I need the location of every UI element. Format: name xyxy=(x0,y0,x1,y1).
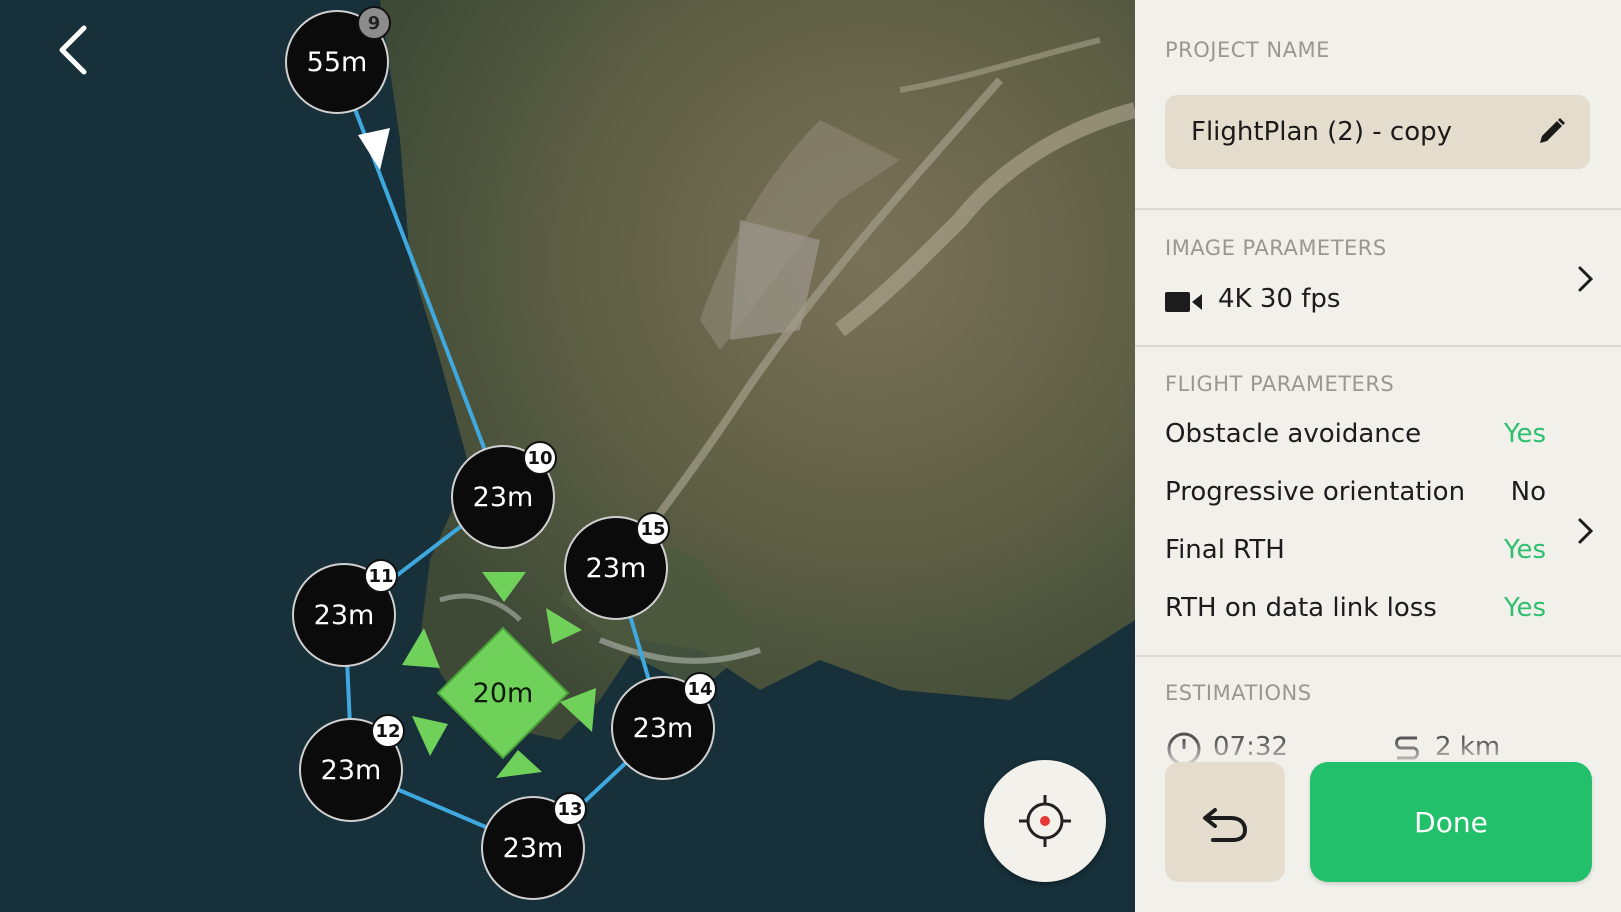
image-parameters-value: 4K 30 fps xyxy=(1218,284,1341,314)
waypoint-number-badge: 12 xyxy=(371,714,405,748)
final-rth-value: Yes xyxy=(1504,535,1546,565)
undo-arrow-icon xyxy=(1203,808,1248,842)
flight-plan-panel: PROJECT NAME FlightPlan (2) - copy IMAGE… xyxy=(1135,0,1621,912)
poi-altitude: 20m xyxy=(472,677,534,709)
waypoint-altitude: 23m xyxy=(320,754,382,786)
obstacle-avoidance-label: Obstacle avoidance xyxy=(1165,419,1422,449)
waypoint-number-badge: 11 xyxy=(364,559,398,593)
waypoint-10[interactable]: 23m 10 xyxy=(451,441,557,549)
waypoint-altitude: 23m xyxy=(502,832,564,864)
rth-data-link-loss-label: RTH on data link loss xyxy=(1165,593,1437,623)
recenter-button[interactable] xyxy=(984,760,1106,882)
satellite-imagery xyxy=(0,0,1135,912)
project-name-value: FlightPlan (2) - copy xyxy=(1191,117,1452,147)
estimations-heading: ESTIMATIONS xyxy=(1165,681,1312,705)
divider xyxy=(1135,655,1621,657)
back-button[interactable] xyxy=(48,22,104,78)
project-name-field[interactable]: FlightPlan (2) - copy xyxy=(1165,95,1590,169)
waypoint-altitude: 23m xyxy=(632,712,694,744)
flight-parameters-row[interactable]: FLIGHT PARAMETERS Obstacle avoidance Yes… xyxy=(1135,347,1621,655)
waypoint-12[interactable]: 23m 12 xyxy=(299,714,405,822)
final-rth-label: Final RTH xyxy=(1165,535,1285,565)
rth-data-link-loss-value: Yes xyxy=(1504,593,1546,623)
waypoint-11[interactable]: 23m 11 xyxy=(292,559,398,667)
image-parameters-row[interactable]: IMAGE PARAMETERS 4K 30 fps xyxy=(1135,210,1621,345)
waypoint-number-badge: 9 xyxy=(357,6,391,40)
project-name-heading: PROJECT NAME xyxy=(1165,38,1330,62)
map-view[interactable]: 55m 9 23m 10 23m 11 23m 12 23m 13 23m 14… xyxy=(0,0,1135,912)
waypoint-13[interactable]: 23m 13 xyxy=(481,792,587,900)
chevron-right-icon xyxy=(1578,266,1594,292)
crosshair-location-icon xyxy=(1019,795,1071,847)
waypoint-number-badge: 14 xyxy=(683,672,717,706)
waypoint-9[interactable]: 55m 9 xyxy=(285,6,391,114)
pencil-edit-icon[interactable] xyxy=(1534,115,1568,149)
waypoint-altitude: 23m xyxy=(313,599,375,631)
progressive-orientation-label: Progressive orientation xyxy=(1165,477,1466,507)
waypoint-number-badge: 13 xyxy=(553,792,587,826)
point-of-interest[interactable]: 20m xyxy=(438,628,568,758)
waypoint-altitude: 23m xyxy=(585,552,647,584)
waypoint-15[interactable]: 23m 15 xyxy=(564,512,670,620)
waypoint-number-badge: 15 xyxy=(636,512,670,546)
done-button[interactable]: Done xyxy=(1310,762,1592,882)
waypoint-14[interactable]: 23m 14 xyxy=(611,672,717,780)
obstacle-avoidance-value: Yes xyxy=(1504,419,1546,449)
flight-plan-editor: 55m 9 23m 10 23m 11 23m 12 23m 13 23m 14… xyxy=(0,0,1621,912)
waypoint-altitude: 23m xyxy=(472,481,534,513)
progressive-orientation-value: No xyxy=(1510,477,1546,507)
chevron-left-icon xyxy=(59,25,87,75)
flight-parameters-heading: FLIGHT PARAMETERS xyxy=(1165,372,1395,396)
image-parameters-heading: IMAGE PARAMETERS xyxy=(1165,236,1387,260)
waypoint-number-badge: 10 xyxy=(523,441,557,475)
chevron-right-icon xyxy=(1578,518,1594,544)
undo-button[interactable] xyxy=(1165,762,1285,882)
video-camera-icon xyxy=(1165,292,1202,312)
waypoint-altitude: 55m xyxy=(306,46,368,78)
